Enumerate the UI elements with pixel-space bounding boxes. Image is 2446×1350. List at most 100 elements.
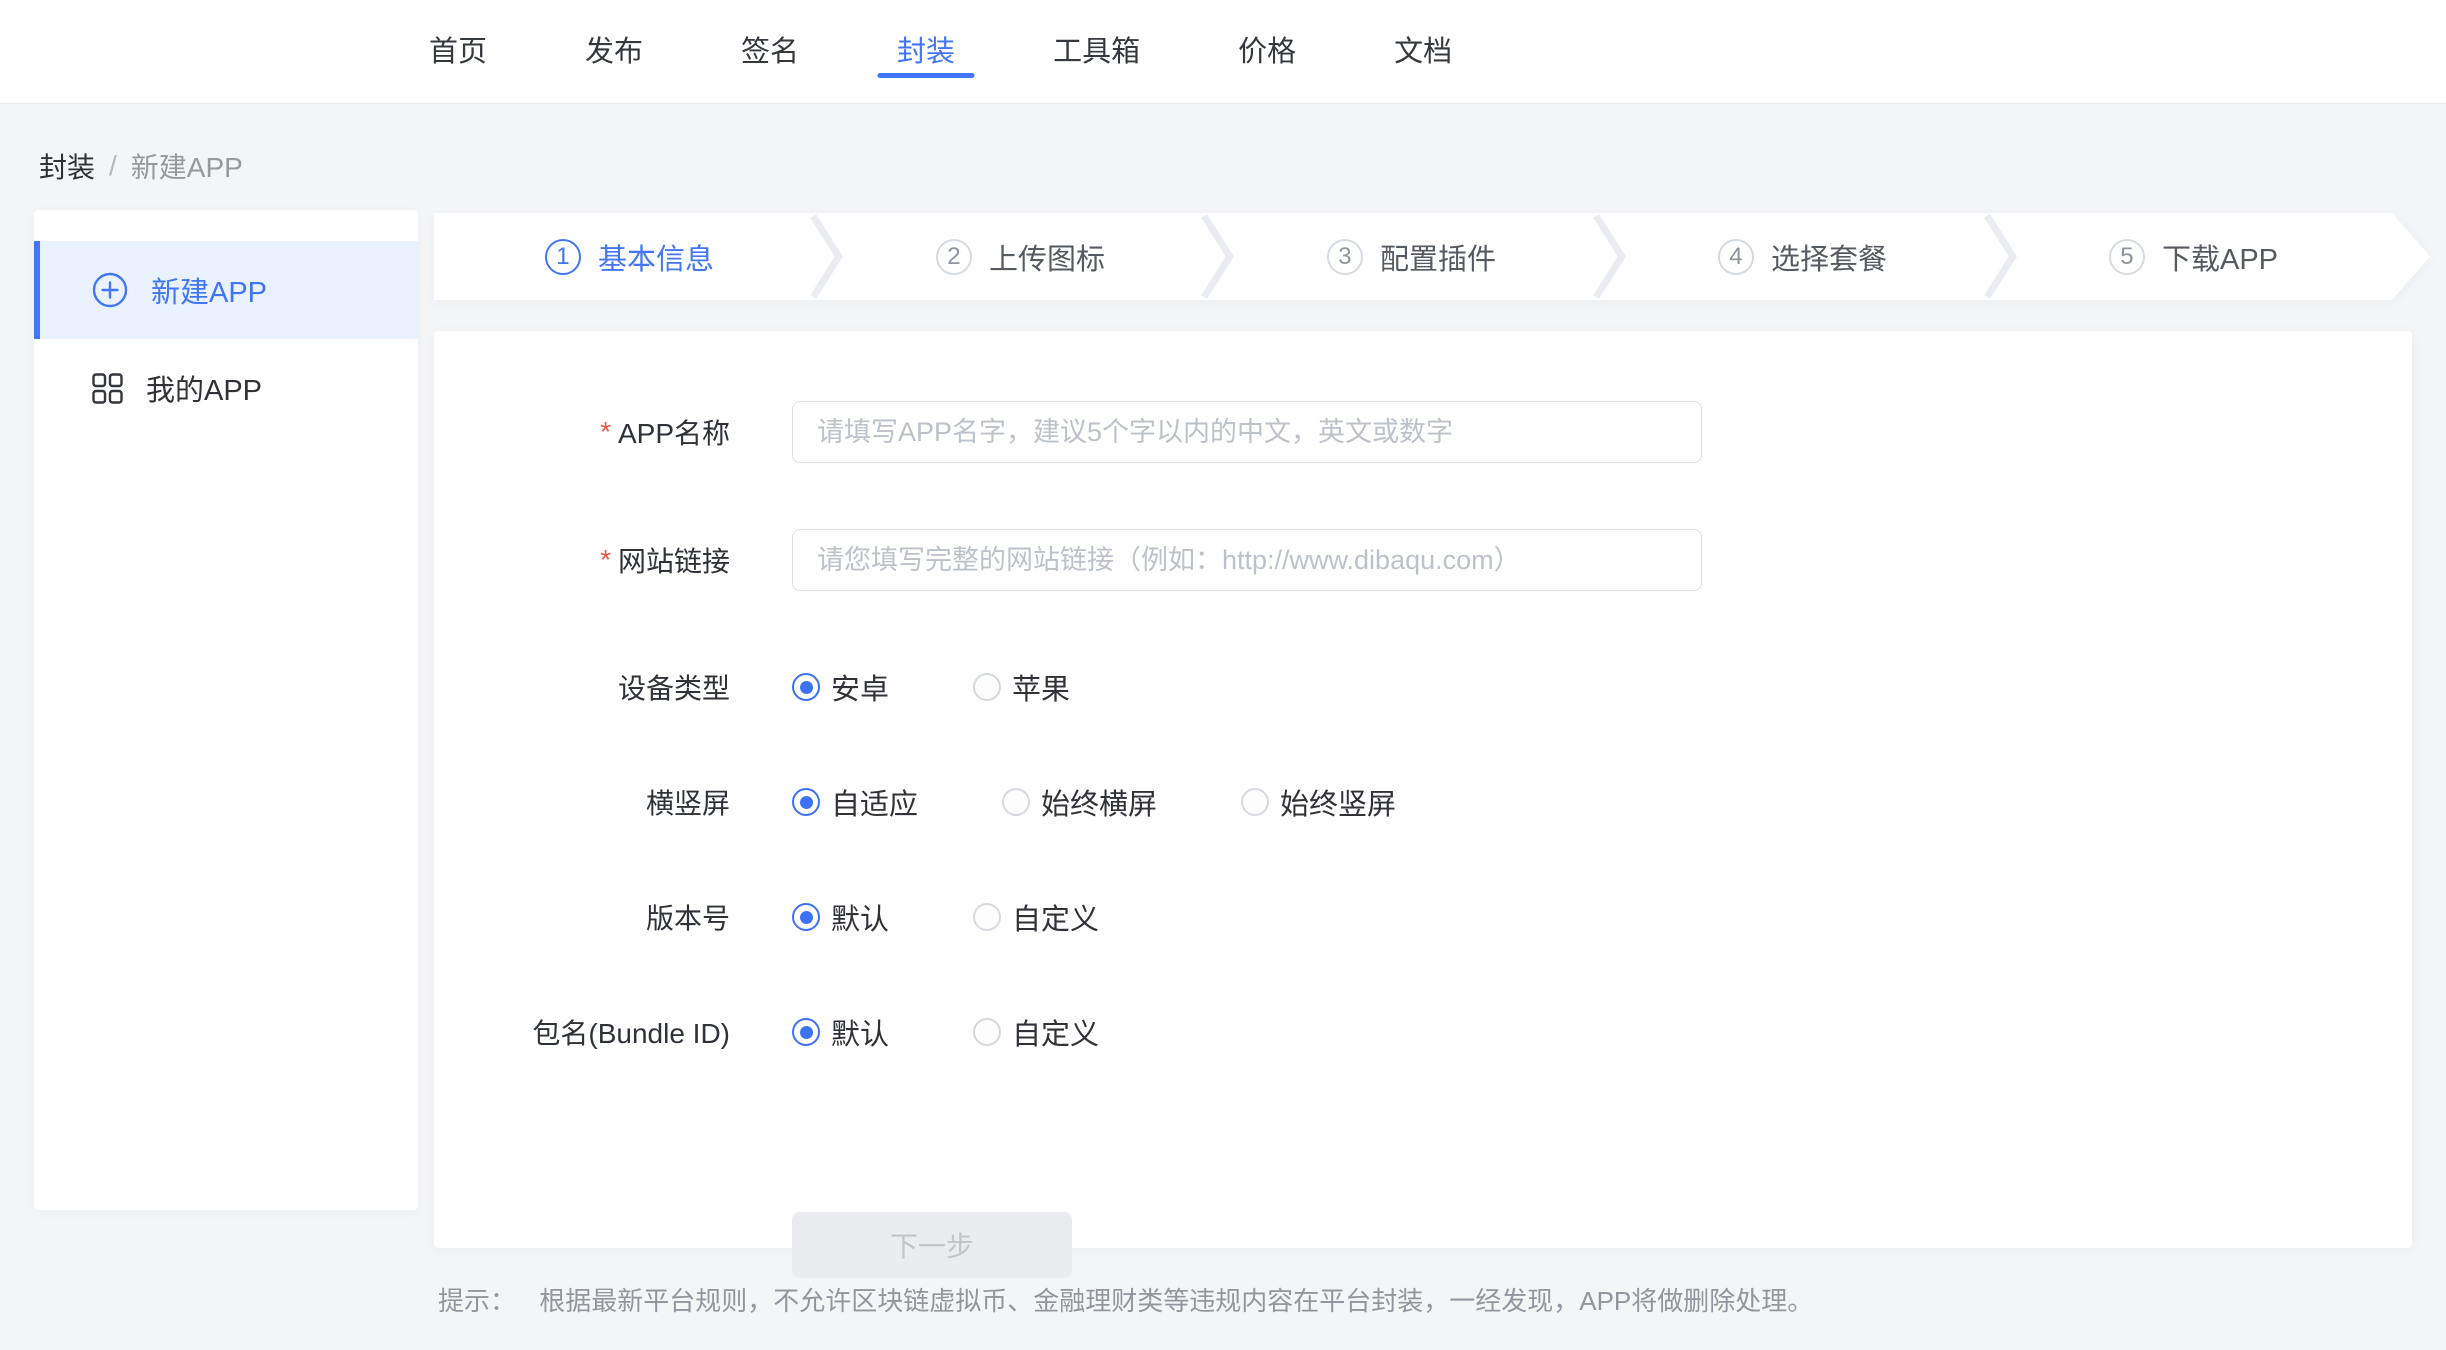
- radio-android-dot: [800, 681, 813, 694]
- radio-ios-circle: [973, 673, 1001, 701]
- radio-adaptive-label: 自适应: [831, 781, 918, 823]
- app-name-input[interactable]: [792, 401, 1702, 463]
- radio-version-default-circle: [792, 903, 820, 931]
- required-mark: *: [600, 544, 611, 576]
- radio-version-default-dot: [800, 911, 813, 924]
- basic-info-form-card: * APP名称 * 网站链接 设备类型 安卓: [434, 331, 2412, 1248]
- sidebar-item-new-app-label: 新建APP: [151, 269, 267, 311]
- steps-bar: 1 基本信息 2 上传图标 3 配置插件 4 选择套餐 5 下载APP: [434, 213, 2430, 300]
- platform-rule-tip: 提示： 根据最新平台规则，不允许区块链虚拟币、金融理财类等违规内容在平台封装，一…: [438, 1281, 1813, 1318]
- step-1-number: 1: [545, 239, 581, 275]
- radio-adaptive-dot: [800, 796, 813, 809]
- step-5-download-app: 5 下载APP: [1998, 213, 2389, 300]
- radio-always-landscape[interactable]: 始终横屏: [1002, 781, 1157, 823]
- step-divider-chevron-icon: [1591, 213, 1627, 300]
- radio-version-custom-label: 自定义: [1012, 896, 1099, 938]
- step-3-label: 配置插件: [1380, 236, 1496, 278]
- steps-bar-background: 1 基本信息 2 上传图标 3 配置插件 4 选择套餐 5 下载APP: [434, 213, 2430, 300]
- breadcrumb: 封装 / 新建APP: [39, 146, 243, 186]
- radio-adaptive-circle: [792, 788, 820, 816]
- radio-bundle-default-dot: [800, 1026, 813, 1039]
- step-divider-chevron-icon: [808, 213, 844, 300]
- radio-always-portrait-circle: [1241, 788, 1269, 816]
- radio-always-landscape-circle: [1002, 788, 1030, 816]
- site-url-label: * 网站链接: [434, 540, 730, 580]
- radio-version-default[interactable]: 默认: [792, 896, 889, 938]
- form-row-orientation: 横竖屏 自适应 始终横屏 始终竖屏: [434, 784, 2412, 820]
- nav-item-price[interactable]: 价格: [1218, 0, 1316, 101]
- step-1-basic-info: 1 基本信息: [434, 213, 825, 300]
- breadcrumb-item-current: 新建APP: [131, 146, 243, 186]
- form-row-version: 版本号 默认 自定义: [434, 899, 2412, 935]
- radio-bundle-default-label: 默认: [831, 1011, 889, 1053]
- orientation-radio-group: 自适应 始终横屏 始终竖屏: [792, 781, 1480, 823]
- site-url-input[interactable]: [792, 529, 1702, 591]
- nav-item-price-label: 价格: [1238, 28, 1296, 70]
- site-url-label-text: 网站链接: [618, 540, 730, 580]
- nav-item-docs[interactable]: 文档: [1374, 0, 1472, 101]
- nav-active-underline-bar: [878, 73, 975, 78]
- sidebar-item-my-app[interactable]: 我的APP: [34, 339, 418, 437]
- required-mark: *: [600, 416, 611, 448]
- step-5-label: 下载APP: [2162, 236, 2278, 278]
- form-row-site-url: * 网站链接: [434, 529, 2412, 591]
- form-row-bundle-id: 包名(Bundle ID) 默认 自定义: [434, 1014, 2412, 1050]
- breadcrumb-item-package[interactable]: 封装: [39, 146, 95, 186]
- step-3-configure-plugin: 3 配置插件: [1216, 213, 1607, 300]
- nav-item-package[interactable]: 封装: [877, 0, 975, 101]
- step-2-upload-icon: 2 上传图标: [825, 213, 1216, 300]
- step-3-number: 3: [1327, 239, 1363, 275]
- breadcrumb-separator: /: [109, 150, 117, 182]
- sidebar-item-my-app-label: 我的APP: [146, 367, 262, 409]
- form-row-app-name: * APP名称: [434, 401, 2412, 463]
- version-label: 版本号: [434, 897, 730, 937]
- radio-version-custom[interactable]: 自定义: [973, 896, 1099, 938]
- version-radio-group: 默认 自定义: [792, 896, 1183, 938]
- sidebar-item-new-app[interactable]: 新建APP: [34, 241, 418, 339]
- nav-item-signature-label: 签名: [741, 28, 799, 70]
- nav-item-package-label: 封装: [897, 28, 955, 70]
- plus-circle-icon: [92, 272, 128, 308]
- radio-bundle-custom-label: 自定义: [1012, 1011, 1099, 1053]
- app-name-label-text: APP名称: [618, 412, 730, 452]
- radio-android[interactable]: 安卓: [792, 666, 889, 708]
- radio-bundle-default[interactable]: 默认: [792, 1011, 889, 1053]
- radio-android-label: 安卓: [831, 666, 889, 708]
- device-type-label-text: 设备类型: [618, 667, 730, 707]
- radio-bundle-default-circle: [792, 1018, 820, 1046]
- top-nav: 首页 发布 签名 封装 工具箱 价格 文档: [0, 0, 2446, 104]
- orientation-label: 横竖屏: [434, 782, 730, 822]
- step-4-label: 选择套餐: [1771, 236, 1887, 278]
- tip-prefix: 提示：: [438, 1286, 516, 1316]
- device-type-label: 设备类型: [434, 667, 730, 707]
- radio-ios[interactable]: 苹果: [973, 666, 1070, 708]
- step-divider-chevron-icon: [1982, 213, 2018, 300]
- next-step-button[interactable]: 下一步: [792, 1212, 1072, 1278]
- nav-item-toolbox[interactable]: 工具箱: [1033, 0, 1160, 101]
- nav-item-publish[interactable]: 发布: [565, 0, 663, 101]
- sidebar: 新建APP 我的APP: [34, 210, 418, 1210]
- step-divider-chevron-icon: [1199, 213, 1235, 300]
- radio-version-custom-circle: [973, 903, 1001, 931]
- radio-android-circle: [792, 673, 820, 701]
- step-4-number: 4: [1718, 239, 1754, 275]
- step-2-label: 上传图标: [989, 236, 1105, 278]
- tip-text: 根据最新平台规则，不允许区块链虚拟币、金融理财类等违规内容在平台封装，一经发现，…: [539, 1286, 1813, 1316]
- step-4-select-plan: 4 选择套餐: [1607, 213, 1998, 300]
- nav-item-home[interactable]: 首页: [409, 0, 507, 101]
- form-row-device-type: 设备类型 安卓 苹果: [434, 669, 2412, 705]
- radio-adaptive[interactable]: 自适应: [792, 781, 918, 823]
- radio-always-portrait[interactable]: 始终竖屏: [1241, 781, 1396, 823]
- nav-item-toolbox-label: 工具箱: [1053, 28, 1140, 70]
- radio-version-default-label: 默认: [831, 896, 889, 938]
- step-1-label: 基本信息: [598, 236, 714, 278]
- app-name-label: * APP名称: [434, 412, 730, 452]
- step-2-number: 2: [936, 239, 972, 275]
- nav-item-signature[interactable]: 签名: [721, 0, 819, 101]
- grid-icon: [92, 373, 123, 404]
- radio-bundle-custom[interactable]: 自定义: [973, 1011, 1099, 1053]
- nav-item-docs-label: 文档: [1394, 28, 1452, 70]
- version-label-text: 版本号: [646, 897, 730, 937]
- orientation-label-text: 横竖屏: [646, 782, 730, 822]
- bundle-id-label: 包名(Bundle ID): [434, 1012, 730, 1052]
